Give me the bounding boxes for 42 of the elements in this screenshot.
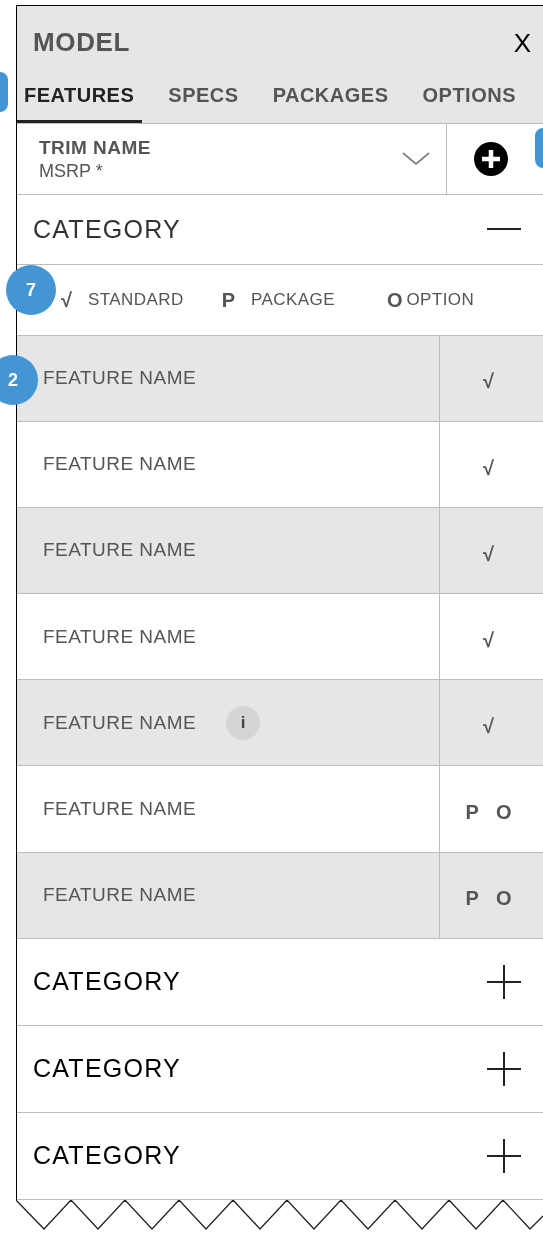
annotation-marker: [0, 72, 8, 112]
category-header[interactable]: CATEGORY: [17, 938, 543, 1026]
availability-mark: √: [483, 455, 500, 481]
feature-name: FEATURE NAME: [43, 796, 197, 821]
availability-mark: √: [483, 541, 500, 567]
plus-icon: [487, 1051, 521, 1086]
category-header[interactable]: CATEGORY: [17, 195, 543, 265]
tab[interactable]: OPTIONS: [414, 77, 524, 123]
category-header[interactable]: CATEGORY: [17, 1112, 543, 1201]
info-badge[interactable]: i: [226, 705, 261, 740]
plus-icon: [487, 1138, 521, 1173]
add-trim-button[interactable]: [474, 142, 508, 177]
plus-icon: [482, 150, 500, 169]
feature-name: FEATURE NAME: [43, 452, 197, 477]
availability-mark: √: [483, 369, 500, 395]
availability-mark: P O: [465, 886, 518, 912]
tab[interactable]: PACKAGES: [264, 77, 397, 123]
legend-symbol: O: [386, 287, 403, 313]
tab[interactable]: SPECS: [160, 77, 247, 123]
panel-title: MODEL: [33, 26, 131, 60]
availability-mark: √: [483, 713, 500, 739]
category-header[interactable]: CATEGORY: [17, 1025, 543, 1113]
feature-name: FEATURE NAME: [43, 538, 197, 563]
minus-icon: [487, 228, 521, 231]
legend-label: STANDARD: [88, 288, 184, 311]
feature-name: FEATURE NAME: [43, 624, 197, 649]
feature-name: FEATURE NAME: [43, 882, 197, 907]
legend-label: OPTION: [406, 288, 475, 311]
legend-symbol: √: [61, 287, 72, 313]
availability-mark: √: [483, 627, 500, 653]
plus-icon: [487, 964, 521, 999]
legend-label: PACKAGE: [251, 288, 335, 311]
feature-name: FEATURE NAME: [43, 366, 197, 391]
annotation-marker: [535, 128, 543, 168]
annotation-marker: 7: [6, 265, 56, 315]
legend-symbol: P: [221, 287, 235, 313]
close-button[interactable]: X: [513, 29, 531, 56]
feature-name: FEATURE NAME: [43, 710, 197, 735]
availability-mark: P O: [465, 800, 518, 825]
chevron-down-icon: [402, 152, 430, 167]
trim-dropdown[interactable]: TRIM NAME MSRP *: [17, 124, 447, 195]
tab[interactable]: FEATURES: [17, 77, 143, 123]
